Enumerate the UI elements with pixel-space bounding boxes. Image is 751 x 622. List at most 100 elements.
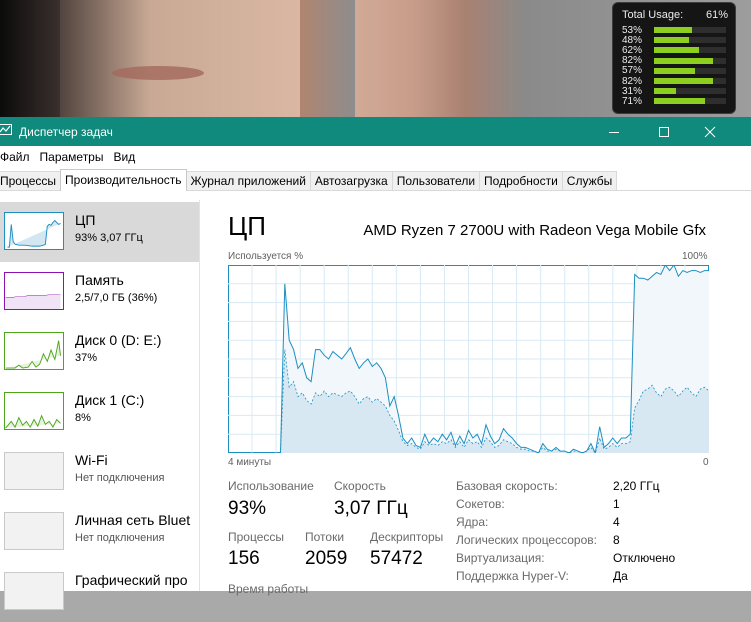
sidebar-item-label: Диск 1 (C:) [75, 392, 145, 408]
spec-label: Ядра: [456, 515, 489, 529]
cpu-model-name: AMD Ryzen 7 2700U with Radeon Vega Mobil… [363, 222, 706, 239]
sidebar-item-wifi[interactable]: Wi-Fi Нет подключения [0, 442, 199, 502]
bluetooth-thumbnail [4, 512, 64, 550]
tab-users[interactable]: Пользователи [391, 171, 481, 190]
sidebar-item-label: ЦП [75, 212, 96, 228]
cpu-thumbnail [4, 212, 64, 250]
gadget-core-bar [654, 57, 726, 64]
gadget-core-fill [654, 98, 706, 105]
tab-processes[interactable]: Процессы [0, 171, 62, 190]
gadget-core-row: 62% [622, 45, 726, 56]
tab-performance[interactable]: Производительность [60, 169, 187, 191]
speed-value: 3,07 ГГц [334, 498, 408, 519]
sidebar-item-bluetooth[interactable]: Личная сеть Bluet Нет подключения [0, 502, 199, 562]
gadget-core-bar [654, 78, 726, 85]
gadget-core-bar [654, 37, 726, 44]
task-manager-icon [0, 124, 12, 135]
gadget-core-row: 82% [622, 76, 726, 87]
minimize-icon [609, 131, 619, 133]
task-manager-window[interactable]: Диспетчер задач Файл Параметры Вид Проце… [0, 117, 751, 610]
usage-label: Использование [228, 479, 314, 493]
gadget-core-bar [654, 88, 726, 95]
gadget-total: 61% [705, 9, 728, 21]
processes-label: Процессы [228, 530, 285, 544]
gadget-core-row: 82% [622, 55, 726, 66]
spec-value: Отключено [613, 551, 676, 565]
uptime-label: Время работы [228, 582, 309, 596]
gadget-core-fill [654, 78, 714, 85]
handles-label: Дескрипторы [370, 530, 444, 544]
title-bar[interactable]: Диспетчер задач [0, 117, 751, 146]
gadget-core-bar [654, 67, 726, 74]
wallpaper-hair [0, 0, 60, 120]
cpu-utilization-graph [228, 265, 709, 453]
gadget-core-fill [654, 67, 696, 74]
maximize-button[interactable] [641, 117, 687, 146]
gadget-core-fill [654, 37, 689, 44]
close-icon [704, 126, 716, 137]
gadget-core-row: 71% [622, 95, 726, 107]
sidebar-item-value: 2,5/7,0 ГБ (36%) [75, 292, 158, 304]
sidebar-item-disk-0[interactable]: Диск 0 (D: E:) 37% [0, 322, 199, 382]
sidebar-item-label: Графический про [75, 572, 188, 588]
spec-label: Сокетов: [456, 497, 505, 511]
spec-label: Базовая скорость: [456, 479, 558, 493]
tab-app-history[interactable]: Журнал приложений [185, 171, 311, 190]
gadget-core-fill [654, 47, 699, 54]
spec-label: Логических процессоров: [456, 533, 597, 547]
cpu-usage-gadget[interactable]: Total Usage: 61% 53% 48% 62% 82% 57% 82% 31% 71… [612, 2, 736, 114]
close-button[interactable] [687, 117, 733, 146]
gadget-core-row: 53% [622, 25, 726, 36]
graph-max-label: 100% [682, 251, 708, 262]
menu-bar: Файл Параметры Вид [0, 146, 751, 168]
threads-value: 2059 [305, 548, 348, 569]
wifi-thumbnail [4, 452, 64, 490]
gadget-core-fill [654, 88, 677, 95]
menu-options[interactable]: Параметры [35, 150, 109, 164]
gadget-core-bar [654, 47, 726, 54]
gpu-thumbnail [4, 572, 64, 610]
sidebar-item-label: Личная сеть Bluet [75, 512, 191, 528]
tab-services[interactable]: Службы [561, 171, 618, 190]
menu-view[interactable]: Вид [108, 150, 140, 164]
sidebar-item-value: Нет подключения [75, 532, 165, 544]
gadget-core-row: 57% [622, 65, 726, 76]
cpu-detail-pane: ЦП AMD Ryzen 7 2700U with Radeon Vega Mo… [228, 200, 751, 596]
sidebar-item-cpu[interactable]: ЦП 93% 3,07 ГГц [0, 202, 199, 262]
maximize-icon [659, 126, 669, 137]
sidebar-item-label: Wi-Fi [75, 452, 108, 468]
sidebar-item-disk-1[interactable]: Диск 1 (C:) 8% [0, 382, 199, 442]
graph-zero-label: 0 [703, 457, 709, 468]
minimize-button[interactable] [591, 117, 637, 146]
sidebar-item-value: 37% [75, 352, 98, 364]
spec-value: 4 [613, 515, 620, 529]
tab-details[interactable]: Подробности [479, 171, 563, 190]
usage-value: 93% [228, 498, 267, 519]
tab-startup[interactable]: Автозагрузка [309, 171, 393, 190]
spec-value: 8 [613, 533, 620, 547]
graph-y-label: Используется % [228, 251, 304, 262]
sidebar-item-memory[interactable]: Память 2,5/7,0 ГБ (36%) [0, 262, 199, 322]
gadget-core-bar [654, 27, 726, 34]
sidebar-item-gpu[interactable]: Графический про [0, 562, 199, 622]
sidebar-item-label: Память [75, 272, 124, 288]
menu-file[interactable]: Файл [0, 150, 35, 164]
page-title: ЦП [228, 211, 266, 241]
spec-label: Поддержка Hyper-V: [456, 569, 569, 583]
sidebar-item-value: 93% 3,07 ГГц [75, 232, 143, 244]
memory-thumbnail [4, 272, 64, 310]
gadget-core-list: 53% 48% 62% 82% 57% 82% 31% 71% [622, 25, 726, 107]
gadget-label: Total Usage: [622, 9, 684, 21]
gadget-core-row: 31% [622, 86, 726, 97]
gadget-core-row: 48% [622, 35, 726, 46]
gadget-core-fill [654, 27, 693, 34]
resource-sidebar: ЦП 93% 3,07 ГГц Память 2,5/7,0 ГБ (36%) … [0, 200, 200, 610]
threads-label: Потоки [305, 530, 345, 544]
handles-value: 57472 [370, 548, 423, 569]
wallpaper-jaw [300, 0, 355, 120]
gadget-core-percent: 71% [622, 95, 643, 107]
tab-strip: Процессы Производительность Журнал прило… [0, 168, 751, 191]
gadget-header: Total Usage: 61% [622, 9, 728, 21]
sidebar-item-value: 8% [75, 412, 91, 424]
spec-label: Виртуализация: [456, 551, 545, 565]
